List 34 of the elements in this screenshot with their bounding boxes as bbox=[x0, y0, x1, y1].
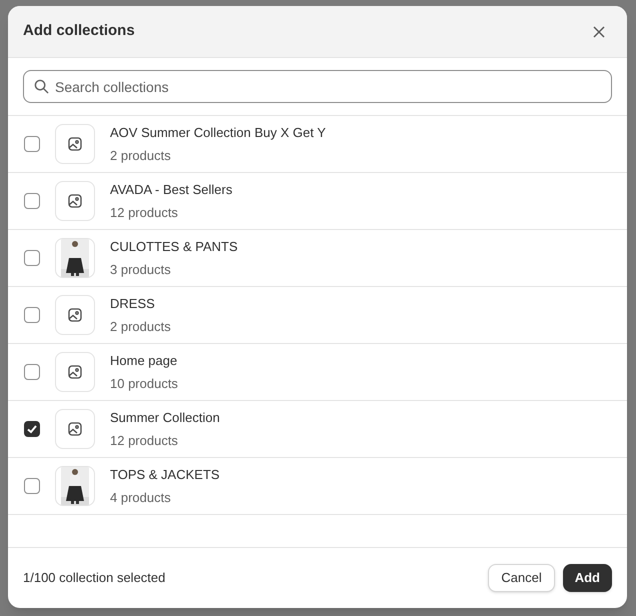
checkbox[interactable] bbox=[24, 193, 40, 209]
collection-name: Home page bbox=[110, 352, 178, 370]
dialog-title: Add collections bbox=[23, 21, 135, 42]
collection-name: AVADA - Best Sellers bbox=[110, 181, 232, 199]
search-icon bbox=[34, 79, 49, 94]
checkbox[interactable] bbox=[24, 364, 40, 380]
product-count: 4 products bbox=[110, 488, 172, 507]
checkbox[interactable] bbox=[24, 307, 40, 323]
image-icon bbox=[68, 137, 82, 151]
cancel-button[interactable]: Cancel bbox=[488, 564, 555, 592]
product-count: 12 products bbox=[110, 204, 179, 222]
add-button[interactable]: Add bbox=[562, 564, 612, 592]
collection-name: TOPS & JACKETS bbox=[110, 466, 220, 484]
checkbox[interactable] bbox=[24, 136, 40, 152]
product-count: 12 products bbox=[110, 432, 179, 450]
collection-name: DRESS bbox=[110, 295, 156, 313]
checkmark-icon bbox=[26, 423, 38, 435]
product-count: 10 products bbox=[110, 374, 178, 393]
search-field[interactable]: Search collections bbox=[23, 70, 612, 103]
image-icon bbox=[68, 365, 82, 379]
collection-name: CULOTTES & PANTS bbox=[110, 238, 238, 256]
collection-name: AOV Summer Collection Buy X Get Y bbox=[110, 124, 326, 142]
product-count: 2 products bbox=[110, 146, 172, 165]
image-icon bbox=[68, 194, 82, 208]
product-count: 3 products bbox=[110, 260, 172, 279]
image-icon bbox=[68, 422, 82, 436]
selection-count: 1/100 collection selected bbox=[23, 569, 166, 588]
product-count: 2 products bbox=[110, 318, 171, 336]
collection-name: Summer Collection bbox=[110, 409, 220, 427]
checkbox[interactable] bbox=[24, 421, 40, 437]
image-icon bbox=[68, 308, 82, 322]
checkbox[interactable] bbox=[24, 478, 40, 494]
checkbox[interactable] bbox=[24, 250, 40, 266]
close-icon bbox=[592, 24, 606, 38]
